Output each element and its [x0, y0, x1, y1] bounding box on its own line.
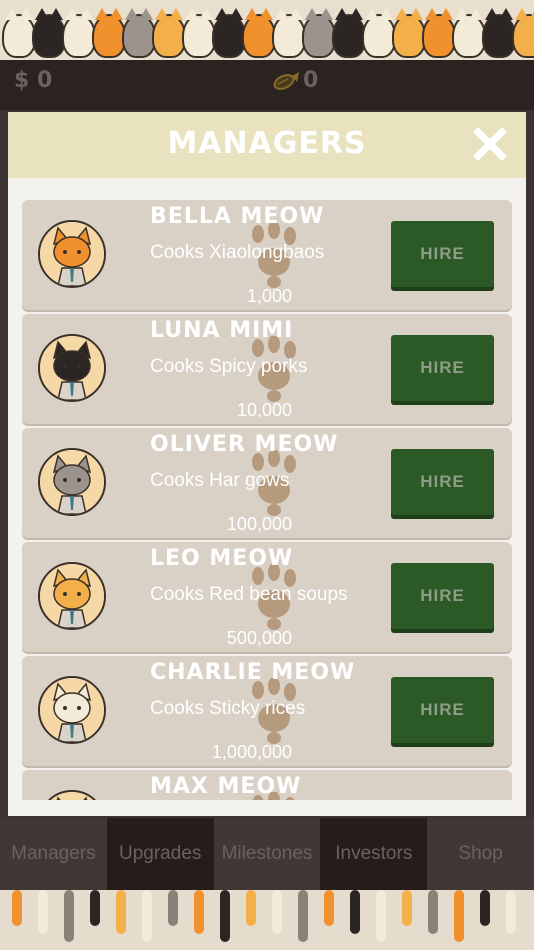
manager-task: Cooks Har gows: [150, 470, 290, 491]
cat-head-decoration: [512, 8, 534, 58]
manager-card: LEO MEOW Cooks Red bean soups 500,000 HI…: [22, 542, 512, 652]
cat-head-decoration: [2, 8, 36, 58]
modal-title: MANAGERS: [167, 126, 367, 161]
cat-tail-decoration: [142, 890, 152, 942]
cat-head-decoration: [332, 8, 366, 58]
tab-shop[interactable]: Shop: [427, 818, 534, 890]
manager-avatar: [38, 790, 106, 800]
manager-card: BELLA MEOW Cooks Xiaolongbaos 1,000 HIRE: [22, 200, 512, 310]
manager-card: OLIVER MEOW Cooks Har gows 100,000 HIRE: [22, 428, 512, 538]
money-amount: $ 0: [14, 68, 53, 93]
cat-tail-decoration: [428, 890, 438, 934]
cat-head-decoration: [392, 8, 426, 58]
cat-head-decoration: [452, 8, 486, 58]
cat-tail-decoration: [38, 890, 48, 934]
manager-name: OLIVER MEOW: [150, 432, 339, 457]
manager-cost: 1,000,000: [211, 742, 292, 762]
cat-tail-decoration: [194, 890, 204, 934]
manager-name: LEO MEOW: [150, 546, 294, 571]
cat-head-decoration: [272, 8, 306, 58]
hire-button[interactable]: HIRE: [391, 335, 494, 401]
manager-name: MAX MEOW: [150, 774, 302, 799]
cat-tail-decoration: [454, 890, 464, 942]
cat-tail-decoration: [116, 890, 126, 934]
manager-name: BELLA MEOW: [150, 204, 325, 229]
cat-head-decoration: [62, 8, 96, 58]
fish-icon: [273, 72, 299, 90]
cat-tail-decoration: [272, 890, 282, 934]
cat-head-decoration: [212, 8, 246, 58]
cat-tails-strip: [0, 890, 534, 950]
hire-button[interactable]: HIRE: [391, 677, 494, 743]
cat-tail-decoration: [220, 890, 230, 942]
hire-button[interactable]: HIRE: [391, 221, 494, 287]
cat-tail-decoration: [246, 890, 256, 926]
manager-cost: 500,000: [226, 628, 292, 648]
cat-head-decoration: [362, 8, 396, 58]
tab-managers[interactable]: Managers: [0, 818, 107, 890]
tab-upgrades[interactable]: Upgrades: [106, 818, 214, 890]
managers-list[interactable]: BELLA MEOW Cooks Xiaolongbaos 1,000 HIRE: [22, 200, 512, 800]
cat-tail-decoration: [64, 890, 74, 942]
bottom-tabs: Managers Upgrades Milestones Investors S…: [0, 818, 534, 890]
tab-investors[interactable]: Investors: [320, 818, 428, 890]
manager-task: Cooks Xiaolongbaos: [150, 242, 325, 263]
managers-modal: MANAGERS BELLA MEOW Cooks Xiaolongbaos 1…: [8, 112, 526, 816]
manager-avatar: [38, 676, 106, 744]
manager-avatar: [38, 220, 106, 288]
cat-tail-decoration: [298, 890, 308, 942]
cat-tail-decoration: [506, 890, 516, 934]
manager-avatar: [38, 334, 106, 402]
manager-cost: 100,000: [226, 514, 292, 534]
hire-button[interactable]: HIRE: [391, 449, 494, 515]
cat-head-decoration: [182, 8, 216, 58]
manager-card: MAX MEOW: [22, 770, 512, 800]
cat-tail-decoration: [12, 890, 22, 926]
manager-card: LUNA MIMI Cooks Spicy porks 10,000 HIRE: [22, 314, 512, 424]
cat-head-decoration: [422, 8, 456, 58]
cat-head-decoration: [122, 8, 156, 58]
cat-tail-decoration: [350, 890, 360, 934]
cat-head-decoration: [242, 8, 276, 58]
cat-head-decoration: [32, 8, 66, 58]
fish-count: 0: [303, 68, 319, 93]
cat-head-decoration: [302, 8, 336, 58]
manager-name: CHARLIE MEOW: [150, 660, 356, 685]
cat-tail-decoration: [480, 890, 490, 926]
manager-task: Cooks Red bean soups: [150, 584, 348, 605]
manager-avatar: [38, 562, 106, 630]
hire-button[interactable]: HIRE: [391, 563, 494, 629]
cat-tail-decoration: [402, 890, 412, 926]
close-icon[interactable]: [470, 124, 510, 164]
manager-name: LUNA MIMI: [150, 318, 294, 343]
modal-header: MANAGERS: [8, 112, 526, 178]
cat-tail-decoration: [324, 890, 334, 926]
manager-cost: 1,000: [246, 286, 292, 306]
cat-tail-decoration: [376, 890, 386, 942]
currency-bar: $ 0: [0, 60, 534, 110]
tab-milestones[interactable]: Milestones: [213, 818, 321, 890]
manager-task: Cooks Sticky rices: [150, 698, 306, 719]
cat-tail-decoration: [168, 890, 178, 926]
manager-card: CHARLIE MEOW Cooks Sticky rices 1,000,00…: [22, 656, 512, 766]
manager-avatar: [38, 448, 106, 516]
manager-task: Cooks Spicy porks: [150, 356, 308, 377]
cat-tail-decoration: [90, 890, 100, 926]
cat-head-decoration: [92, 8, 126, 58]
manager-cost: 10,000: [236, 400, 292, 420]
cat-crowd-banner: [0, 0, 534, 60]
cat-head-decoration: [152, 8, 186, 58]
cat-head-decoration: [482, 8, 516, 58]
